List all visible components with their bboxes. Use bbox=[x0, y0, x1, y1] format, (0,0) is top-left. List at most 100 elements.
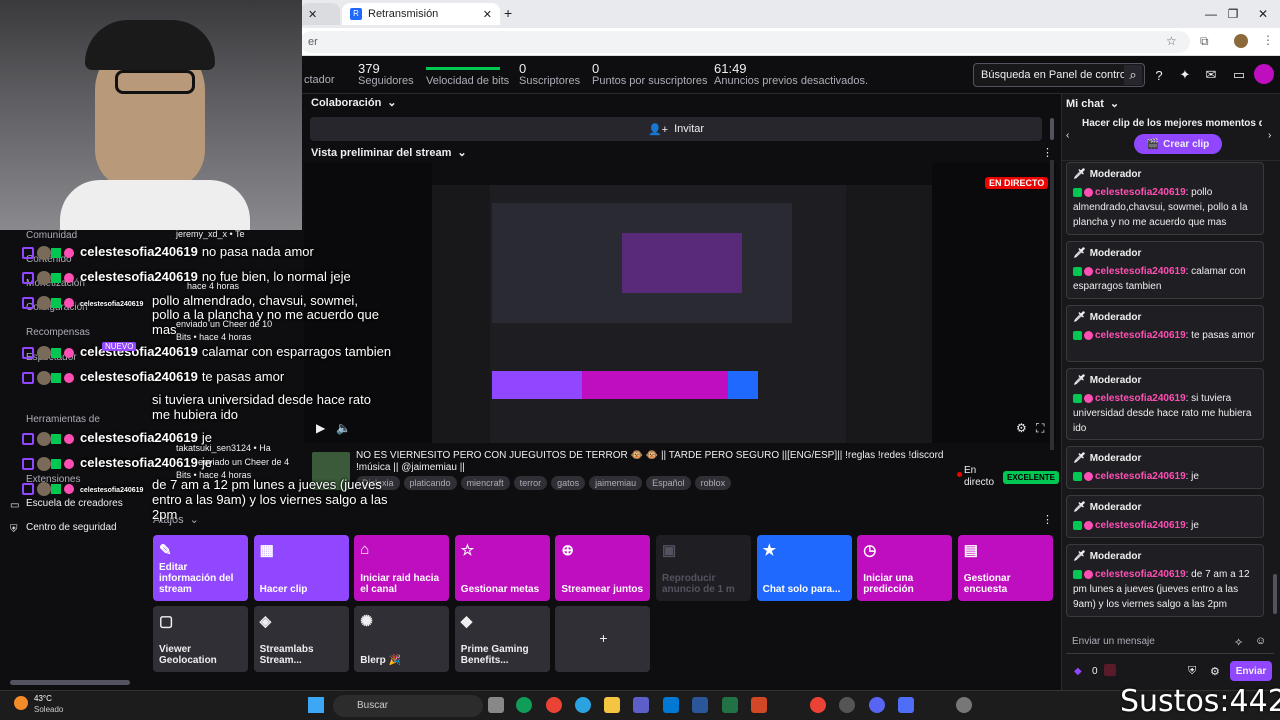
settings-gear-icon[interactable]: ⚙ bbox=[1016, 421, 1027, 435]
windows-start-icon[interactable] bbox=[308, 697, 324, 713]
add-tile[interactable]: + bbox=[555, 606, 651, 672]
send-button[interactable]: Enviar bbox=[1230, 661, 1272, 681]
word-icon[interactable] bbox=[692, 697, 708, 713]
chat-username[interactable]: celestesofia240619 bbox=[1095, 569, 1186, 580]
sparkle-icon[interactable]: ✦ bbox=[1176, 66, 1194, 84]
settings-gear-icon[interactable]: ⚙ bbox=[1210, 665, 1220, 678]
collab-scrollbar[interactable] bbox=[1050, 118, 1054, 140]
preview-header[interactable]: Vista preliminar del stream ⌄ bbox=[311, 146, 467, 160]
stream-together-tile[interactable]: ⊕ Streamear juntos bbox=[555, 535, 651, 601]
extensions-icon[interactable]: ⧉ bbox=[1200, 34, 1209, 49]
edit-stream-info-tile[interactable]: ✎ Editar información del stream bbox=[153, 535, 248, 601]
close-window-icon[interactable]: ✕ bbox=[1240, 0, 1280, 28]
verified-badge-icon bbox=[1073, 266, 1082, 276]
create-clip-button[interactable]: 🎬 Crear clip bbox=[1134, 134, 1222, 154]
chrome-active-icon[interactable] bbox=[810, 697, 826, 713]
browser-tab[interactable]: ✕ bbox=[300, 3, 340, 25]
horizontal-scrollbar[interactable] bbox=[10, 680, 130, 685]
manage-goals-tile[interactable]: ☆ Gestionar metas bbox=[454, 535, 550, 601]
start-raid-tile[interactable]: ⌂ Iniciar raid hacia el canal bbox=[354, 535, 450, 601]
chrome-icon[interactable] bbox=[546, 697, 562, 713]
start-prediction-tile[interactable]: ◷ Iniciar una predicción bbox=[857, 535, 953, 601]
moderator-label: 🗡 Moderador bbox=[1073, 310, 1257, 325]
sword-icon: 🗡 bbox=[1073, 248, 1086, 259]
outlook-icon[interactable] bbox=[663, 697, 679, 713]
emote-icon[interactable]: ✧ bbox=[1234, 636, 1243, 649]
weather-icon[interactable] bbox=[14, 696, 28, 710]
chat-scrollbar[interactable] bbox=[1273, 574, 1277, 614]
user-avatar[interactable] bbox=[1254, 64, 1274, 84]
stream-tag[interactable]: platicando bbox=[403, 476, 457, 490]
settings-app-icon[interactable] bbox=[956, 697, 972, 713]
tab-close-icon[interactable]: ✕ bbox=[483, 8, 492, 21]
edge-icon[interactable] bbox=[516, 697, 532, 713]
browser-menu-icon[interactable]: ⋮ bbox=[1262, 33, 1274, 47]
preview-scrollbar[interactable] bbox=[1050, 160, 1054, 450]
taskbar-search[interactable]: Buscar bbox=[333, 695, 483, 717]
tab-close-icon[interactable]: ✕ bbox=[308, 8, 317, 21]
dashboard-search-input[interactable]: Búsqueda en Panel de control bbox=[973, 63, 1145, 87]
sidebar-item[interactable]: Comunidad bbox=[26, 230, 77, 241]
sidebar-item[interactable]: Recompensas bbox=[26, 327, 90, 338]
file-explorer-icon[interactable] bbox=[604, 697, 620, 713]
app-icon[interactable] bbox=[898, 697, 914, 713]
chat-username[interactable]: celestesofia240619 bbox=[1095, 520, 1186, 531]
search-icon[interactable]: ⌕ bbox=[1124, 65, 1142, 85]
address-input[interactable]: er bbox=[300, 31, 1190, 53]
help-icon[interactable]: ? bbox=[1150, 66, 1168, 84]
new-tab-icon[interactable]: + bbox=[504, 5, 512, 21]
chat-bubble-icon[interactable]: ▭ bbox=[1230, 66, 1248, 84]
stream-tag[interactable]: roblox bbox=[694, 476, 732, 490]
stream-tag[interactable]: terror bbox=[513, 476, 548, 490]
chat-username[interactable]: celestesofia240619 bbox=[1095, 187, 1186, 198]
volume-icon[interactable]: 🔈 bbox=[336, 421, 351, 435]
powerpoint-icon[interactable] bbox=[751, 697, 767, 713]
chat-username[interactable]: celestesofia240619 bbox=[1095, 330, 1186, 341]
collab-header[interactable]: Colaboración ⌄ bbox=[311, 96, 397, 110]
stream-tag[interactable]: jaimemiau bbox=[589, 476, 643, 490]
preview-more-icon[interactable]: ⋮ bbox=[1042, 146, 1053, 159]
sword-icon: 🗡 bbox=[1073, 312, 1086, 323]
sidebar-item[interactable]: Escuela de creadores bbox=[26, 498, 123, 509]
sidebar-item[interactable]: Centro de seguridad bbox=[26, 522, 117, 533]
shortcuts-more-icon[interactable]: ⋮ bbox=[1042, 513, 1053, 526]
moderator-label: 🗡 Moderador bbox=[1073, 549, 1257, 564]
chat-only-tile[interactable]: ★ Chat solo para... bbox=[756, 535, 852, 601]
streamlabs-tile[interactable]: ◈ Streamlabs Stream... bbox=[253, 606, 349, 672]
stream-tag[interactable]: gatos bbox=[551, 476, 586, 490]
smiley-icon[interactable]: ☺ bbox=[1255, 635, 1266, 647]
stream-tag[interactable]: miencraft bbox=[460, 476, 510, 490]
store-icon[interactable] bbox=[633, 697, 649, 713]
task-view-icon[interactable] bbox=[488, 697, 504, 713]
invite-button[interactable]: 👤+ Invitar bbox=[310, 117, 1042, 141]
shield-icon[interactable]: ⛨ bbox=[1188, 665, 1196, 678]
chat-username[interactable]: celestesofia240619 bbox=[1095, 393, 1186, 404]
bookmark-star-icon[interactable]: ☆ bbox=[1166, 34, 1177, 48]
excel-icon[interactable] bbox=[722, 697, 738, 713]
fullscreen-icon[interactable]: ⛶ bbox=[1036, 421, 1044, 436]
profile-avatar[interactable] bbox=[1234, 34, 1248, 48]
stream-preview[interactable]: ▶ 🔈 ⚙ ⛶ bbox=[304, 163, 1056, 443]
browser-tab-active[interactable]: R Retransmisión ✕ bbox=[342, 3, 500, 25]
obs-icon[interactable] bbox=[839, 697, 855, 713]
chevron-left-icon[interactable]: ‹ bbox=[1066, 130, 1069, 141]
mail-icon[interactable]: ✉ bbox=[1202, 66, 1220, 84]
blerp-tile[interactable]: ✺ Blerp 🎉 bbox=[354, 606, 450, 672]
prime-gaming-tile[interactable]: ◆ Prime Gaming Benefits... bbox=[454, 606, 550, 672]
viewer-geolocation-tile[interactable]: ▢ Viewer Geolocation bbox=[153, 606, 248, 672]
play-icon[interactable]: ▶ bbox=[316, 421, 325, 435]
chat-text: : je bbox=[1185, 520, 1199, 531]
telegram-icon[interactable] bbox=[575, 697, 591, 713]
discord-icon[interactable] bbox=[869, 697, 885, 713]
stream-tag[interactable]: Español bbox=[646, 476, 691, 490]
chevron-right-icon[interactable]: › bbox=[1268, 130, 1271, 141]
sidebar-item[interactable]: Herramientas de bbox=[26, 414, 100, 425]
make-clip-tile[interactable]: ▦ Hacer clip bbox=[253, 535, 349, 601]
overlay-username: celestesofia240619 bbox=[80, 455, 198, 470]
overlay-avatar-group bbox=[22, 294, 78, 310]
chat-username[interactable]: celestesofia240619 bbox=[1095, 266, 1186, 277]
channel-points-icon[interactable]: ◆ bbox=[1074, 666, 1082, 677]
manage-poll-tile[interactable]: ▤ Gestionar encuesta bbox=[957, 535, 1053, 601]
chat-username[interactable]: celestesofia240619 bbox=[1095, 471, 1186, 482]
chat-header[interactable]: Mi chat ⌄ bbox=[1066, 97, 1119, 111]
